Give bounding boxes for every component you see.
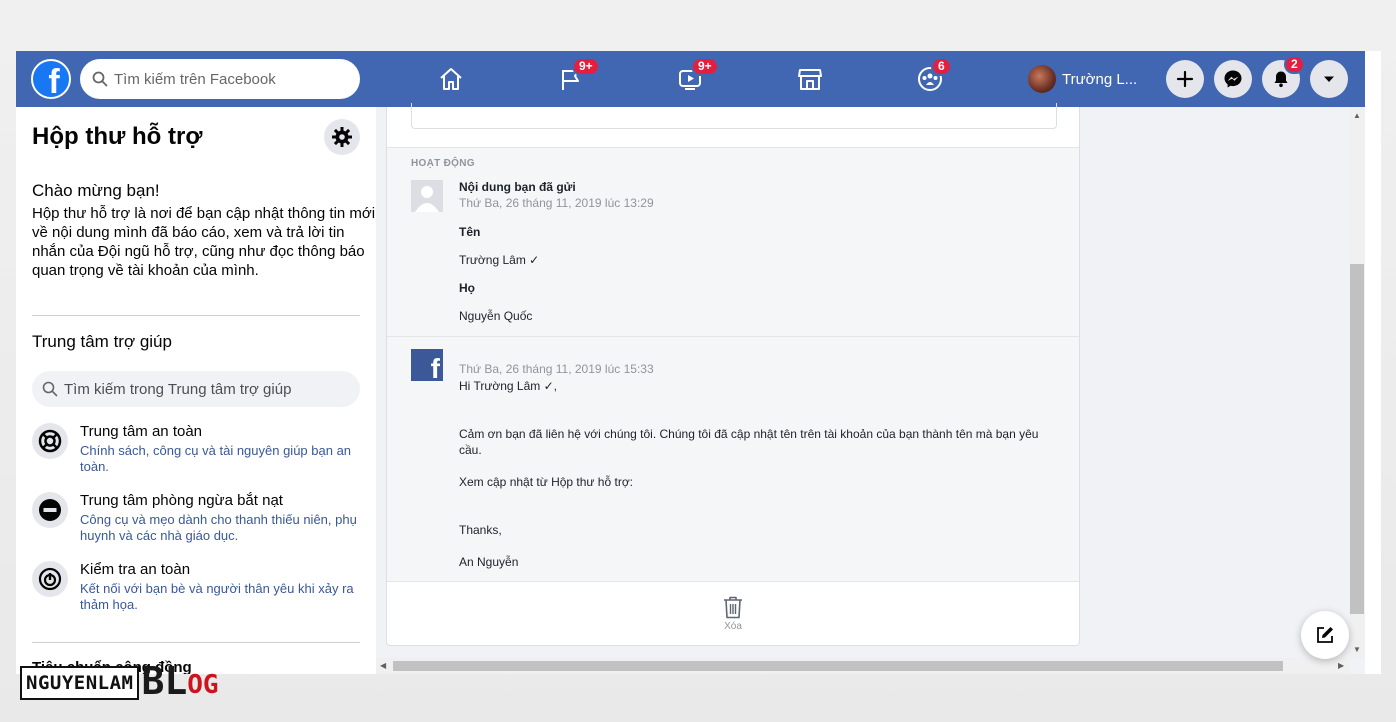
help-item-title: Trung tâm phòng ngừa bắt nạt bbox=[80, 492, 283, 509]
groups-badge: 6 bbox=[931, 57, 952, 76]
vertical-scrollbar[interactable]: ▲ ▼ bbox=[1349, 107, 1365, 658]
nav-watch-tab[interactable]: 9+ bbox=[673, 57, 719, 95]
home-icon bbox=[440, 68, 462, 90]
last-name-value: Nguyễn Quốc bbox=[459, 309, 533, 323]
user-avatar bbox=[1028, 65, 1056, 93]
watermark-left-text: NGUYENLAM bbox=[20, 666, 140, 700]
vertical-scroll-thumb[interactable] bbox=[1350, 264, 1364, 614]
previous-content-box bbox=[411, 103, 1057, 129]
welcome-description: Hộp thư hỗ trợ là nơi để bạn cập nhật th… bbox=[32, 205, 376, 279]
reply-date: Thứ Ba, 26 tháng 11, 2019 lúc 15:33 bbox=[459, 362, 654, 376]
reply-signature: An Nguyễn bbox=[459, 555, 519, 569]
reply-thanks: Thanks, bbox=[459, 523, 502, 537]
help-item-description[interactable]: Kết nối với bạn bè và người thân yêu khi… bbox=[80, 581, 362, 613]
help-item-title: Trung tâm an toàn bbox=[80, 423, 203, 440]
user-name: Trường L... bbox=[1062, 70, 1138, 88]
create-button[interactable] bbox=[1166, 60, 1204, 98]
scroll-down-arrow-icon[interactable]: ▼ bbox=[1353, 645, 1361, 654]
facebook-search-box[interactable] bbox=[80, 59, 360, 99]
messenger-icon bbox=[1224, 70, 1242, 88]
nav-groups-tab[interactable]: 6 bbox=[913, 57, 952, 95]
sidebar-divider bbox=[32, 315, 360, 316]
watch-badge: 9+ bbox=[691, 57, 719, 76]
help-item-title: Kiểm tra an toàn bbox=[80, 561, 191, 578]
new-message-button[interactable] bbox=[1301, 611, 1349, 659]
safety-check-icon bbox=[32, 561, 68, 597]
caret-down-icon bbox=[1324, 76, 1334, 82]
gear-icon bbox=[332, 127, 352, 147]
last-name-label: Họ bbox=[459, 281, 475, 295]
horizontal-scrollbar[interactable]: ◀ ▶ bbox=[376, 658, 1349, 674]
nav-home-tab[interactable] bbox=[434, 63, 468, 95]
reply-body: Cảm ơn bạn đã liên hệ với chúng tôi. Chú… bbox=[459, 427, 1039, 457]
pages-badge: 9+ bbox=[572, 57, 600, 76]
sidebar-divider bbox=[32, 642, 360, 643]
activity-label: HOẠT ĐỘNG bbox=[411, 158, 475, 169]
nav-marketplace-tab[interactable] bbox=[793, 63, 827, 95]
compose-icon bbox=[1317, 627, 1333, 643]
user-placeholder-avatar bbox=[411, 180, 443, 212]
facebook-logo[interactable]: f bbox=[31, 59, 71, 99]
user-profile-link[interactable]: Trường L... bbox=[1028, 65, 1137, 93]
help-item-description[interactable]: Chính sách, công cụ và tài nguyên giúp b… bbox=[80, 443, 362, 475]
lifebuoy-icon bbox=[32, 423, 68, 459]
support-inbox-sidebar: Hộp thư hỗ trợ Chào mừng bạn! Hộp thư hỗ bbox=[16, 107, 376, 674]
help-center-heading: Trung tâm trợ giúp bbox=[32, 332, 172, 351]
horizontal-scroll-thumb[interactable] bbox=[393, 661, 1283, 671]
activity-section: HOẠT ĐỘNG Nội dung bạn đã gửi Thứ Ba, 26… bbox=[387, 147, 1079, 337]
trash-icon bbox=[724, 596, 742, 619]
help-center-search-box[interactable] bbox=[32, 371, 360, 407]
scroll-right-arrow-icon[interactable]: ▶ bbox=[1338, 661, 1344, 670]
account-menu-button[interactable] bbox=[1310, 60, 1348, 98]
facebook-square-logo: f bbox=[411, 349, 443, 381]
delete-label: Xóa bbox=[724, 621, 742, 632]
reply-greeting: Hi Trường Lâm ✓, bbox=[459, 379, 557, 393]
welcome-heading: Chào mừng bạn! bbox=[32, 181, 160, 200]
facebook-search-input[interactable] bbox=[114, 70, 344, 88]
help-center-search-input[interactable] bbox=[64, 380, 344, 398]
top-navigation-bar: f 9+ 9+ bbox=[16, 51, 1365, 107]
search-icon bbox=[92, 71, 108, 87]
first-name-label: Tên bbox=[459, 225, 481, 239]
notifications-badge: 2 bbox=[1284, 55, 1305, 74]
sidebar-title: Hộp thư hỗ trợ bbox=[32, 123, 203, 150]
window-edge bbox=[1365, 51, 1381, 674]
person-silhouette-icon bbox=[415, 186, 439, 212]
messenger-button[interactable] bbox=[1214, 60, 1252, 98]
bell-icon bbox=[1274, 71, 1288, 88]
help-item-description[interactable]: Công cụ và mẹo dành cho thanh thiếu niên… bbox=[80, 512, 362, 544]
reply-update-line: Xem cập nhật từ Hộp thư hỗ trợ: bbox=[459, 475, 634, 489]
facebook-reply-section: f Thứ Ba, 26 tháng 11, 2019 lúc 15:33 Hi… bbox=[387, 337, 1079, 582]
first-name-value: Trường Lâm ✓ bbox=[459, 253, 540, 267]
notifications-button[interactable]: 2 bbox=[1262, 55, 1305, 98]
plus-icon bbox=[1176, 70, 1194, 88]
sent-content-title: Nội dung bạn đã gửi bbox=[459, 180, 576, 194]
settings-button[interactable] bbox=[324, 119, 360, 155]
blog-watermark-logo: NGUYENLAM BL OG bbox=[20, 656, 219, 700]
browser-window: f 9+ 9+ bbox=[16, 51, 1381, 674]
scroll-left-arrow-icon[interactable]: ◀ bbox=[380, 661, 386, 670]
search-icon bbox=[42, 381, 58, 397]
watermark-blog-text: BL OG bbox=[141, 659, 219, 703]
no-entry-icon bbox=[32, 492, 68, 528]
sent-date: Thứ Ba, 26 tháng 11, 2019 lúc 13:29 bbox=[459, 196, 654, 210]
support-message-panel: HOẠT ĐỘNG Nội dung bạn đã gửi Thứ Ba, 26… bbox=[386, 103, 1080, 646]
nav-pages-tab[interactable]: 9+ bbox=[554, 57, 600, 95]
delete-button[interactable]: Xóa bbox=[387, 582, 1079, 645]
marketplace-icon bbox=[798, 69, 822, 90]
scroll-up-arrow-icon[interactable]: ▲ bbox=[1353, 111, 1361, 120]
